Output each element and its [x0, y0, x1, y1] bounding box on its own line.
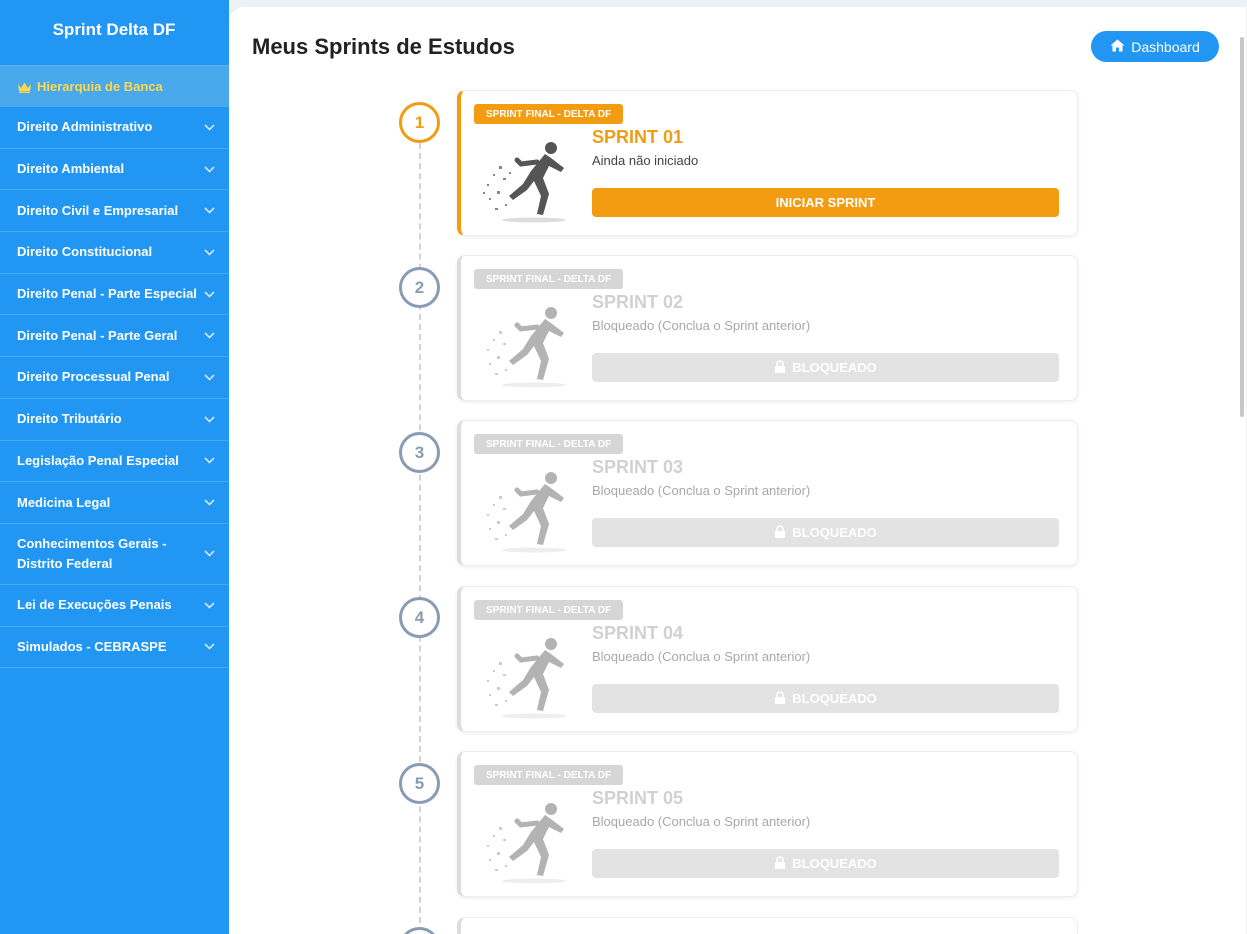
home-icon [1110, 39, 1125, 55]
sprint-card: SPRINT FINAL - DELTA DF SPRINT 05 Bloque… [457, 751, 1078, 897]
sidebar-item-label: Direito Penal - Parte Especial [17, 286, 197, 302]
timeline-line [419, 143, 421, 934]
sprint-title: SPRINT 05 [592, 788, 684, 808]
lock-icon [774, 690, 786, 707]
chevron-down-icon [204, 374, 215, 381]
sidebar-item-label: Simulados - CEBRASPE [17, 638, 167, 654]
lock-icon [774, 855, 786, 872]
lock-icon [774, 359, 786, 376]
sprint-title: SPRINT 04 [592, 623, 684, 643]
locked-label: BLOQUEADO [792, 525, 877, 540]
sidebar-item-label: Direito Processual Penal [17, 369, 170, 385]
sidebar-item-label: Direito Tributário [17, 411, 122, 427]
sprint-title: SPRINT 03 [592, 457, 684, 477]
sprint-status: Bloqueado (Conclua o Sprint anterior) [592, 814, 811, 829]
step-circle: 5 [399, 763, 440, 804]
sidebar-item-direito-ambiental[interactable]: Direito Ambiental [0, 149, 229, 191]
sprint-status: Bloqueado (Conclua o Sprint anterior) [592, 649, 811, 664]
step-circle: 3 [399, 432, 440, 473]
chevron-down-icon [204, 416, 215, 423]
chevron-down-icon [204, 643, 215, 651]
sprint-badge: SPRINT FINAL - DELTA DF [474, 104, 624, 124]
step-circle [399, 927, 440, 934]
sidebar-item-direito-constitucional[interactable]: Direito Constitucional [0, 232, 229, 274]
sidebar-item-simulados[interactable]: Simulados - CEBRASPE [0, 627, 229, 669]
locked-button[interactable]: BLOQUEADO [592, 684, 1059, 713]
sidebar-item-direito-penal-especial[interactable]: Direito Penal - Parte Especial [0, 274, 229, 316]
sprint-status: Bloqueado (Conclua o Sprint anterior) [592, 483, 811, 498]
sidebar-item-label: Direito Constitucional [17, 244, 153, 260]
sprint-badge: SPRINT FINAL - DELTA DF [474, 434, 624, 454]
start-sprint-label: INICIAR SPRINT [775, 195, 876, 210]
runner-image [487, 472, 566, 553]
sidebar-item-label: Direito Penal - Parte Geral [17, 327, 178, 343]
chevron-down-icon [204, 291, 215, 298]
sprint-card: SPRINT FINAL - DELTA DF SPRINT 01 Ainda … [457, 90, 1078, 236]
sprint-title: SPRINT 01 [592, 127, 684, 147]
sprint-card [457, 917, 1078, 934]
dashboard-button[interactable]: Dashboard [1091, 31, 1219, 62]
sidebar-item-direito-penal-geral[interactable]: Direito Penal - Parte Geral [0, 315, 229, 358]
scrollbar[interactable] [1240, 37, 1244, 417]
sidebar-item-lei-execucoes-penais[interactable]: Lei de Execuções Penais [0, 585, 229, 627]
start-sprint-button[interactable]: INICIAR SPRINT [592, 188, 1059, 217]
chevron-down-icon [204, 457, 215, 464]
sidebar-item-direito-civil[interactable]: Direito Civil e Empresarial [0, 190, 229, 233]
sidebar-list: Direito Administrativo Direito Ambiental… [0, 107, 229, 669]
sprint-badge: SPRINT FINAL - DELTA DF [474, 600, 624, 620]
locked-label: BLOQUEADO [792, 360, 877, 375]
sidebar-item-label: Direito Administrativo [17, 119, 153, 135]
sidebar-item-medicina-legal[interactable]: Medicina Legal [0, 482, 229, 524]
sidebar-item-legislacao-penal[interactable]: Legislação Penal Especial [0, 441, 229, 483]
locked-label: BLOQUEADO [792, 856, 877, 871]
sprint-status: Ainda não iniciado [592, 153, 699, 168]
sidebar-item-direito-tributario[interactable]: Direito Tributário [0, 399, 229, 441]
sprint-status: Bloqueado (Conclua o Sprint anterior) [592, 318, 811, 333]
sidebar-item-hierarquia-label: Hierarquia de Banca [37, 79, 163, 94]
runner-image [487, 307, 566, 388]
chevron-down-icon [204, 165, 215, 173]
sprint-title: SPRINT 02 [592, 292, 684, 312]
page-title: Meus Sprints de Estudos [252, 34, 515, 59]
dashboard-label: Dashboard [1131, 38, 1200, 55]
sprint-badge: SPRINT FINAL - DELTA DF [474, 765, 624, 785]
runner-image [487, 638, 566, 719]
sidebar-item-label: Direito Civil e Empresarial [17, 202, 179, 218]
chevron-down-icon [204, 207, 215, 214]
sidebar-item-hierarquia[interactable]: Hierarquia de Banca [0, 65, 229, 107]
sidebar-item-label: Legislação Penal Especial [17, 452, 179, 468]
runner-image [483, 142, 566, 223]
sprint-badge: SPRINT FINAL - DELTA DF [474, 269, 624, 289]
chevron-down-icon [204, 124, 215, 131]
sprint-card: SPRINT FINAL - DELTA DF SPRINT 03 Bloque… [457, 420, 1078, 566]
crown-icon [17, 81, 32, 93]
lock-icon [774, 524, 786, 541]
chevron-down-icon [204, 249, 215, 256]
sidebar-item-label: Lei de Execuções Penais [17, 597, 172, 613]
sprint-card: SPRINT FINAL - DELTA DF SPRINT 04 Bloque… [457, 586, 1078, 732]
runner-image [487, 803, 566, 884]
main-content: Meus Sprints de Estudos Dashboard 1 SPRI… [229, 7, 1246, 934]
locked-button[interactable]: BLOQUEADO [592, 849, 1059, 878]
sidebar-item-direito-administrativo[interactable]: Direito Administrativo [0, 107, 229, 149]
sidebar-item-conhecimentos-gerais[interactable]: Conhecimentos Gerais - Distrito Federal [0, 524, 229, 585]
sidebar-item-label: Conhecimentos Gerais - Distrito Federal [17, 535, 167, 571]
locked-button[interactable]: BLOQUEADO [592, 353, 1059, 382]
sprint-card: SPRINT FINAL - DELTA DF SPRINT 02 Bloque… [457, 255, 1078, 401]
locked-button[interactable]: BLOQUEADO [592, 518, 1059, 547]
chevron-down-icon [204, 602, 215, 609]
step-circle: 2 [399, 267, 440, 308]
chevron-down-icon [204, 332, 215, 339]
locked-label: BLOQUEADO [792, 691, 877, 706]
sidebar-item-label: Medicina Legal [17, 494, 111, 510]
step-circle: 4 [399, 597, 440, 638]
sidebar-item-label: Direito Ambiental [17, 161, 125, 177]
sidebar-title: Sprint Delta DF [52, 20, 176, 39]
sidebar-item-direito-processual-penal[interactable]: Direito Processual Penal [0, 357, 229, 399]
sidebar: Sprint Delta DF Hierarquia de Banca Dire… [0, 0, 229, 934]
step-circle: 1 [399, 102, 440, 143]
chevron-down-icon [204, 550, 215, 558]
chevron-down-icon [204, 499, 215, 506]
